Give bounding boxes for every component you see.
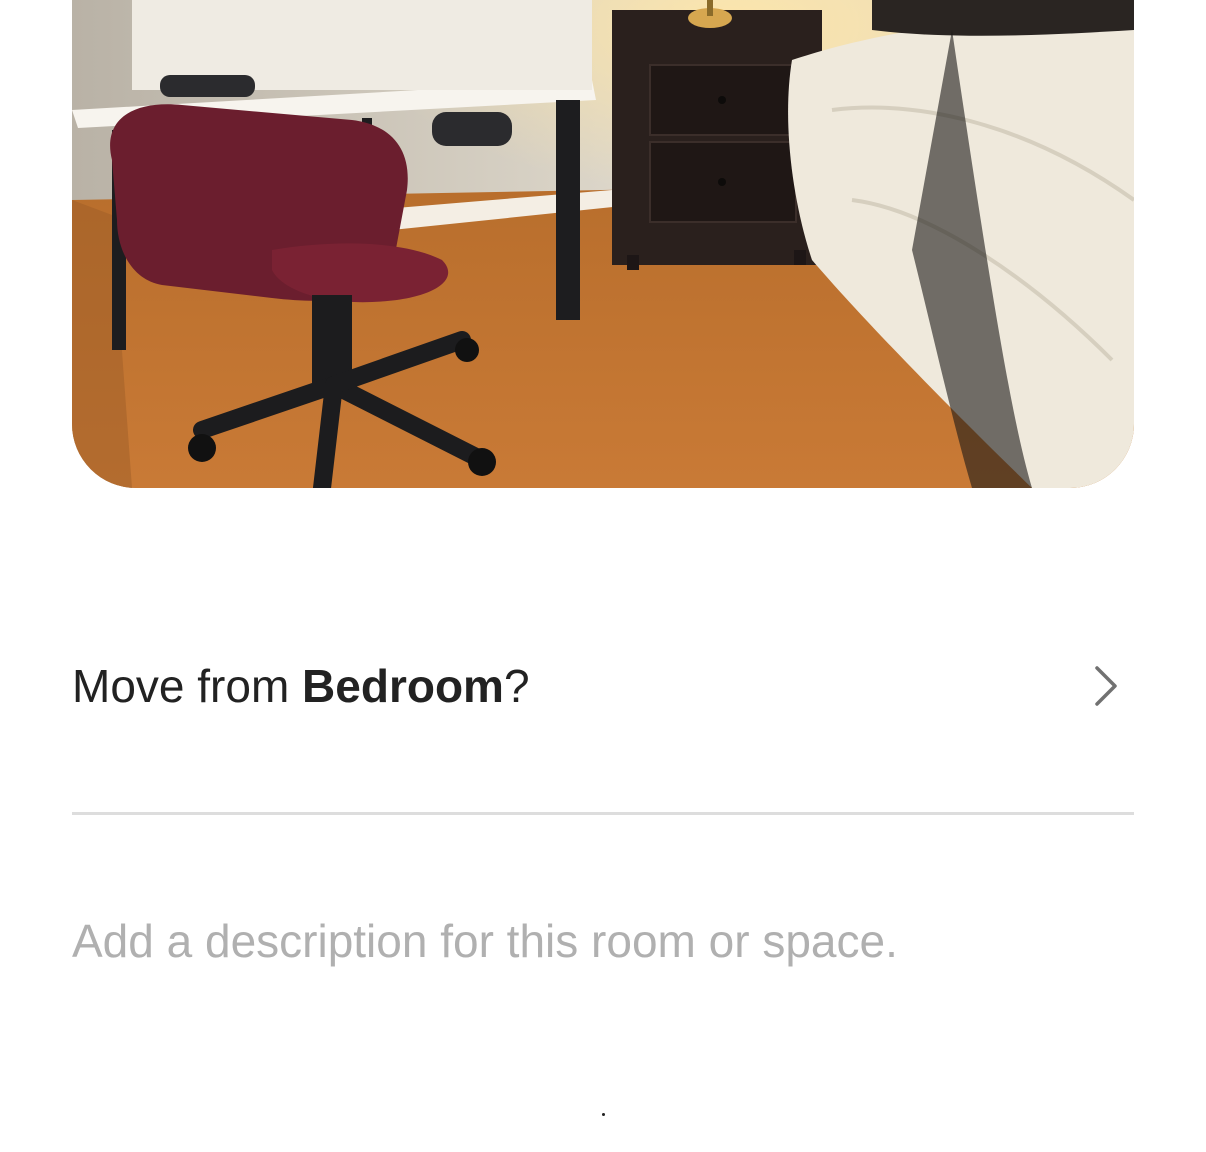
move-room-row[interactable]: Move from Bedroom?	[72, 640, 1134, 732]
room-photo[interactable]	[72, 0, 1134, 488]
move-room-prefix: Move from	[72, 660, 303, 712]
room-name: Bedroom	[302, 660, 504, 712]
move-room-suffix: ?	[503, 660, 530, 712]
text-cursor-dot	[602, 1113, 605, 1116]
move-room-label: Move from Bedroom?	[72, 663, 530, 709]
room-description-input[interactable]	[72, 906, 1134, 986]
section-divider	[72, 812, 1134, 815]
room-photo-image	[72, 0, 1134, 488]
chevron-right-icon[interactable]	[1086, 662, 1126, 710]
